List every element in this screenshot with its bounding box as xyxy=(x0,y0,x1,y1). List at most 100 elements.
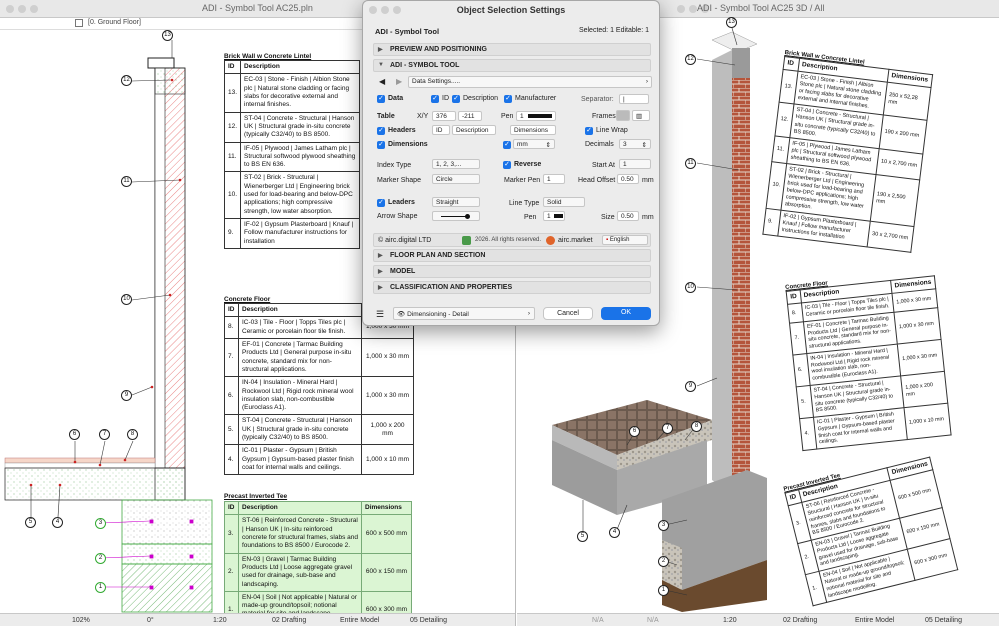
cancel-button[interactable]: Cancel xyxy=(543,307,593,320)
start-at-input[interactable]: 1 xyxy=(619,159,651,169)
headers-checkbox[interactable]: ✓ xyxy=(377,127,385,135)
callout-5[interactable]: 5 xyxy=(25,517,36,528)
language-select[interactable]: ▪ English xyxy=(602,235,648,245)
marker-pen-input[interactable]: 1 xyxy=(543,174,565,184)
separator-input[interactable]: | xyxy=(619,94,649,104)
section-preview-label: PREVIEW AND POSITIONING xyxy=(390,46,487,53)
prev-page-icon[interactable]: ◀ xyxy=(379,77,385,86)
arrow-shape-label: Arrow Shape xyxy=(377,213,418,220)
data-settings-popup[interactable]: Data Settings..... › xyxy=(408,76,652,88)
header-id-input[interactable]: ID xyxy=(432,125,450,135)
callout-3d-10[interactable]: 10 xyxy=(685,282,696,293)
leader-pen-input[interactable]: 1 xyxy=(543,211,565,221)
model-view[interactable]: Entire Model xyxy=(340,617,379,624)
leader-type-select[interactable]: Straight xyxy=(432,197,480,207)
object-selection-settings-dialog[interactable]: Object Selection Settings ADI - Symbol T… xyxy=(362,0,660,326)
y-input[interactable]: -211 xyxy=(458,111,482,121)
table-tee[interactable]: ID Description Dimensions 3. ST-06 | Reinfo… xyxy=(224,500,412,626)
callout-3d-3[interactable]: 3 xyxy=(658,520,669,531)
callout-3d-11[interactable]: 11 xyxy=(685,158,696,169)
callout-8[interactable]: 8 xyxy=(127,429,138,440)
section-preview[interactable]: ▶ PREVIEW AND POSITIONING xyxy=(373,43,651,56)
data-checkbox[interactable]: ✓ xyxy=(377,95,385,103)
pen-value: 1 xyxy=(520,113,524,120)
callout-3d-12[interactable]: 12 xyxy=(685,54,696,65)
callout-4[interactable]: 4 xyxy=(52,517,63,528)
description-checkbox[interactable]: ✓ xyxy=(452,95,460,103)
ok-button[interactable]: OK xyxy=(601,307,651,320)
head-offset-input[interactable]: 0.50 xyxy=(617,174,639,184)
index-type-label: Index Type xyxy=(377,162,412,169)
frames-icon[interactable] xyxy=(616,110,630,121)
eye-icon: 👁 xyxy=(397,311,406,318)
callout-3d-8[interactable]: 8 xyxy=(691,421,702,432)
layers-icon[interactable]: ☰ xyxy=(376,309,384,320)
zoom-level[interactable]: 102% xyxy=(72,617,90,624)
callout-13[interactable]: 13 xyxy=(162,30,173,41)
model-view-3d[interactable]: Entire Model xyxy=(855,617,894,624)
callout-7[interactable]: 7 xyxy=(99,429,110,440)
callout-3d-2[interactable]: 2 xyxy=(658,556,669,567)
table-floor[interactable]: IDDescriptionDimensions 8.IC-03 | Tile -… xyxy=(224,302,414,476)
section-model[interactable]: ▶ MODEL xyxy=(373,265,651,278)
header-description-input[interactable]: Description xyxy=(452,125,496,135)
leaders-checkbox[interactable]: ✓ xyxy=(377,199,385,207)
favorites-select[interactable]: 👁 Dimensioning - Detail › xyxy=(393,307,535,320)
scale-value-3d[interactable]: 1:20 xyxy=(723,617,737,624)
callout-9[interactable]: 9 xyxy=(121,390,132,401)
table-pen-input[interactable]: 1 xyxy=(516,111,556,121)
index-type-select[interactable]: 1, 2, 3,... xyxy=(432,159,480,169)
dimension-standard-3d[interactable]: 05 Detailing xyxy=(925,617,962,624)
collapse-arrow-icon: ▼ xyxy=(378,62,384,68)
id-checkbox[interactable]: ✓ xyxy=(431,95,439,103)
x-input[interactable]: 376 xyxy=(432,111,456,121)
units-select[interactable]: mm ⇕ xyxy=(513,139,555,149)
layer-combination[interactable]: 02 Drafting xyxy=(272,617,306,624)
airc-digital-link[interactable]: © airc.digital LTD xyxy=(378,237,431,244)
manufacturer-checkbox[interactable]: ✓ xyxy=(504,95,512,103)
line-wrap-checkbox[interactable]: ✓ xyxy=(585,127,593,135)
callout-3d-6[interactable]: 6 xyxy=(629,426,640,437)
rotation-angle[interactable]: 0° xyxy=(147,617,154,624)
dialog-minimize-button[interactable] xyxy=(381,6,389,14)
next-page-icon[interactable]: ▶ xyxy=(396,77,402,86)
size-input[interactable]: 0.50 xyxy=(617,211,639,221)
scale-value[interactable]: 1:20 xyxy=(213,617,227,624)
dimensions-checkbox[interactable]: ✓ xyxy=(377,141,385,149)
callout-3d-4[interactable]: 4 xyxy=(609,527,620,538)
decimals-select[interactable]: 3 ⇕ xyxy=(619,139,651,149)
section-floor-plan[interactable]: ▶ FLOOR PLAN AND SECTION xyxy=(373,249,651,262)
callout-12[interactable]: 12 xyxy=(121,75,132,86)
callout-3d-7[interactable]: 7 xyxy=(662,423,673,434)
callout-3[interactable]: 3 xyxy=(95,518,106,529)
marker-shape-select[interactable]: Circle xyxy=(432,174,480,184)
row-desc: EF-01 | Concrete | Tarmac Building Produ… xyxy=(238,337,362,378)
table-label: Table xyxy=(377,113,395,120)
callout-3d-1[interactable]: 1 xyxy=(658,585,669,596)
dialog-close-button[interactable] xyxy=(369,6,377,14)
dimension-standard[interactable]: 05 Detailing xyxy=(410,617,447,624)
table-lintel[interactable]: ID Description 13. EC-03 | Stone - Finish … xyxy=(223,59,360,249)
section-symbol-tool[interactable]: ▼ ADI - SYMBOL TOOL xyxy=(373,59,651,72)
callout-6[interactable]: 6 xyxy=(69,429,80,440)
callout-3d-9[interactable]: 9 xyxy=(685,381,696,392)
dialog-zoom-button[interactable] xyxy=(393,6,401,14)
section-classification[interactable]: ▶ CLASSIFICATION AND PROPERTIES xyxy=(373,281,651,294)
stepper-icon: ⇕ xyxy=(545,142,551,149)
arrow-shape-select[interactable] xyxy=(432,211,480,221)
line-type-select[interactable]: Solid xyxy=(543,197,585,207)
reverse-checkbox[interactable]: ✓ xyxy=(503,161,511,169)
callout-1[interactable]: 1 xyxy=(95,582,106,593)
reverse-label: Reverse xyxy=(514,161,542,168)
callout-3d-5[interactable]: 5 xyxy=(577,531,588,542)
dialog-title: Object Selection Settings xyxy=(456,5,566,15)
airc-market-link[interactable]: airc.market xyxy=(558,237,593,244)
layer-combination-3d[interactable]: 02 Drafting xyxy=(783,617,817,624)
units-checkbox[interactable]: ✓ xyxy=(503,141,511,149)
callout-2[interactable]: 2 xyxy=(95,553,106,564)
frames-style-icon[interactable]: ▥ xyxy=(632,110,650,121)
header-dimensions-input[interactable]: Dimensions xyxy=(510,125,556,135)
callout-11[interactable]: 11 xyxy=(121,176,132,187)
callout-10[interactable]: 10 xyxy=(121,294,132,305)
callout-3d-13[interactable]: 13 xyxy=(726,17,737,28)
